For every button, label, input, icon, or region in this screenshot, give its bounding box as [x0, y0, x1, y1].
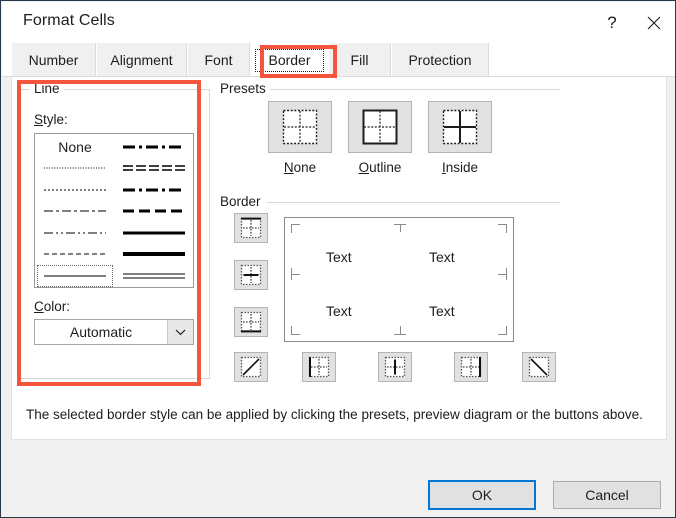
preset-none-label: None — [255, 160, 345, 175]
preview-cell-text: Text — [429, 303, 455, 319]
color-value: Automatic — [35, 324, 167, 340]
chevron-down-icon[interactable] — [167, 320, 193, 344]
preview-cell-text: Text — [326, 303, 352, 319]
line-style-none-label: None — [58, 139, 91, 155]
preset-none-icon — [281, 108, 319, 146]
tab-content-border: Line Style: None Color: Automatic Preset… — [11, 77, 667, 440]
border-bottom-button[interactable] — [234, 307, 268, 337]
line-style-dash-dot-thin[interactable] — [37, 201, 113, 223]
border-left-icon — [307, 356, 331, 378]
preset-inside-button[interactable] — [428, 101, 492, 153]
preset-inside-label: Inside — [415, 160, 505, 175]
line-style-dash-dot-dot[interactable] — [37, 222, 113, 244]
ok-button[interactable]: OK — [428, 480, 536, 510]
tab-font[interactable]: Font — [188, 43, 250, 76]
line-style-hairline-dotted[interactable] — [37, 158, 113, 180]
line-style-dotted[interactable] — [37, 179, 113, 201]
line-style-swatch — [44, 227, 106, 239]
preset-outline-label: Outline — [335, 160, 425, 175]
tab-label: Number — [29, 52, 79, 68]
presets-group-label: Presets — [216, 81, 270, 96]
preset-outline-button[interactable] — [348, 101, 412, 153]
line-style-swatch — [123, 162, 185, 174]
line-group-label: Line — [30, 81, 64, 96]
border-bottom-icon — [239, 311, 263, 333]
tab-alignment[interactable]: Alignment — [97, 43, 187, 76]
format-cells-dialog: Format Cells ? Number Alignment Font Border… — [0, 0, 676, 518]
tab-label: Alignment — [110, 52, 172, 68]
border-diagonal-up-button[interactable] — [234, 352, 268, 382]
border-top-icon — [239, 217, 263, 239]
preset-none-button[interactable] — [268, 101, 332, 153]
preset-outline-icon — [361, 108, 399, 146]
border-right-icon — [459, 356, 483, 378]
line-style-swatch — [44, 248, 106, 260]
line-style-swatch — [123, 141, 185, 153]
line-style-dash-dot-med[interactable] — [116, 179, 192, 201]
color-select[interactable]: Automatic — [34, 319, 194, 345]
style-label: Style: — [34, 112, 68, 127]
line-style-dashed-double[interactable] — [116, 158, 192, 180]
line-style-medium-solid[interactable] — [116, 222, 192, 244]
line-style-swatch — [123, 184, 185, 196]
border-top-button[interactable] — [234, 213, 268, 243]
border-group-rule — [267, 202, 560, 203]
line-style-double-solid[interactable] — [116, 265, 192, 287]
preset-inside-icon — [441, 108, 479, 146]
tab-number[interactable]: Number — [12, 43, 96, 76]
tab-label: Protection — [408, 52, 471, 68]
line-style-swatch — [123, 227, 185, 239]
title-bar: Format Cells ? — [2, 2, 676, 43]
line-style-thick-solid[interactable] — [116, 244, 192, 266]
cancel-button[interactable]: Cancel — [553, 481, 661, 509]
line-style-dashed-thick[interactable] — [116, 201, 192, 223]
line-style-swatch — [123, 270, 185, 282]
cancel-label: Cancel — [585, 487, 629, 503]
tab-label: Font — [204, 52, 232, 68]
ok-label: OK — [472, 487, 492, 503]
border-diagonal-down-icon — [527, 356, 551, 378]
tab-border[interactable]: Border — [251, 43, 328, 76]
close-icon[interactable] — [631, 3, 676, 43]
hint-text: The selected border style can be applied… — [26, 407, 643, 422]
border-vertical-mid-button[interactable] — [378, 352, 412, 382]
border-horizontal-mid-button[interactable] — [234, 260, 268, 290]
line-style-swatch — [123, 205, 185, 217]
border-horizontal-middle-icon — [239, 264, 263, 286]
line-style-grid[interactable]: None — [34, 133, 194, 288]
presets-group-rule — [270, 89, 560, 90]
border-vertical-middle-icon — [383, 356, 407, 378]
tab-label: Fill — [351, 52, 369, 68]
preview-cell-text: Text — [326, 249, 352, 265]
line-style-dash-dot-thick[interactable] — [116, 136, 192, 158]
line-style-swatch — [44, 270, 106, 282]
line-style-swatch — [44, 162, 106, 174]
line-style-dashed-thin[interactable] — [37, 244, 113, 266]
border-preview-diagram[interactable]: Text Text Text Text — [284, 217, 514, 342]
line-style-swatch — [44, 184, 106, 196]
line-style-swatch — [44, 205, 106, 217]
border-left-button[interactable] — [302, 352, 336, 382]
help-icon[interactable]: ? — [589, 3, 635, 43]
preview-cell-text: Text — [429, 249, 455, 265]
line-style-none[interactable]: None — [37, 136, 113, 158]
tab-protection[interactable]: Protection — [392, 43, 489, 76]
line-style-thin-solid[interactable] — [37, 265, 113, 287]
border-diagonal-down-button[interactable] — [522, 352, 556, 382]
dialog-title: Format Cells — [23, 12, 115, 30]
color-label: Color: — [34, 299, 70, 314]
help-glyph: ? — [607, 13, 616, 33]
tab-fill[interactable]: Fill — [329, 43, 391, 76]
border-group-label: Border — [216, 194, 265, 209]
border-right-button[interactable] — [454, 352, 488, 382]
border-diagonal-up-icon — [239, 356, 263, 378]
line-style-swatch — [123, 248, 185, 260]
tab-label: Border — [268, 52, 310, 68]
